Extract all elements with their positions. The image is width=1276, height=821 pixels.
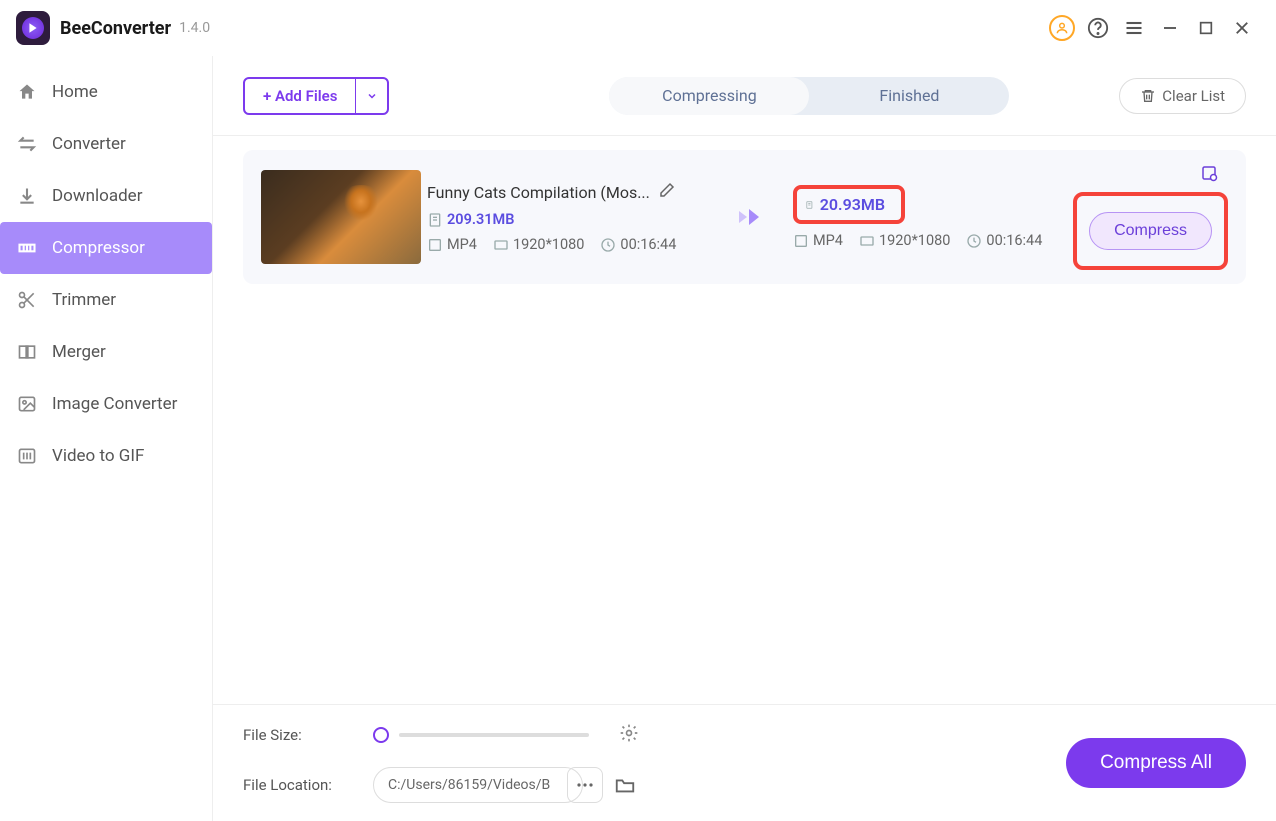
source-info: Funny Cats Compilation (Mos... 209.31MB … bbox=[427, 181, 717, 253]
footer: File Size: File Location: C:/Users/86159… bbox=[213, 704, 1276, 821]
arrow-icon bbox=[737, 205, 773, 229]
sidebar-item-compressor[interactable]: Compressor bbox=[0, 222, 212, 274]
toolbar: + Add Files Compressing Finished Clear L… bbox=[213, 56, 1276, 136]
source-size: 209.31MB bbox=[447, 211, 514, 228]
video-thumbnail[interactable] bbox=[261, 170, 421, 264]
image-icon bbox=[16, 393, 38, 415]
converter-icon bbox=[16, 133, 38, 155]
sidebar-item-label: Home bbox=[52, 82, 98, 102]
sidebar-item-merger[interactable]: Merger bbox=[0, 326, 212, 378]
app-version: 1.4.0 bbox=[179, 20, 210, 36]
play-icon bbox=[22, 17, 44, 39]
app-logo bbox=[16, 11, 50, 45]
compress-all-button[interactable]: Compress All bbox=[1066, 738, 1246, 788]
merger-icon bbox=[16, 341, 38, 363]
maximize-button[interactable] bbox=[1188, 10, 1224, 46]
home-icon bbox=[16, 81, 38, 103]
file-title: Funny Cats Compilation (Mos... bbox=[427, 183, 650, 202]
resolution-icon bbox=[859, 233, 875, 249]
title-bar: BeeConverter 1.4.0 bbox=[0, 0, 1276, 56]
app-name: BeeConverter bbox=[60, 18, 171, 39]
scissors-icon bbox=[16, 289, 38, 311]
clock-icon bbox=[966, 233, 982, 249]
sidebar-item-label: Compressor bbox=[52, 238, 145, 258]
sidebar-item-downloader[interactable]: Downloader bbox=[0, 170, 212, 222]
file-location-field[interactable]: C:/Users/86159/Videos/B bbox=[373, 767, 583, 803]
file-size-slider[interactable] bbox=[373, 727, 589, 743]
target-size: 20.93MB bbox=[820, 195, 885, 214]
edit-title-button[interactable] bbox=[658, 181, 676, 203]
add-files-group: + Add Files bbox=[243, 77, 389, 115]
menu-button[interactable] bbox=[1116, 10, 1152, 46]
sidebar-item-video-to-gif[interactable]: Video to GIF bbox=[0, 430, 212, 482]
maximize-icon bbox=[1198, 20, 1214, 36]
help-icon bbox=[1087, 17, 1109, 39]
target-size-highlight: 20.93MB bbox=[793, 185, 905, 224]
pencil-icon bbox=[658, 181, 676, 199]
item-settings-button[interactable] bbox=[1200, 164, 1218, 186]
target-format: MP4 bbox=[813, 232, 843, 249]
gear-icon bbox=[619, 723, 639, 743]
settings-icon bbox=[1200, 164, 1218, 182]
close-icon bbox=[1233, 19, 1251, 37]
sidebar-item-label: Image Converter bbox=[52, 394, 177, 414]
slider-track bbox=[399, 733, 589, 737]
file-icon bbox=[427, 212, 443, 228]
file-icon bbox=[805, 197, 814, 213]
minimize-button[interactable] bbox=[1152, 10, 1188, 46]
user-icon bbox=[1049, 15, 1075, 41]
tab-group: Compressing Finished bbox=[609, 77, 1009, 115]
folder-icon bbox=[614, 774, 636, 796]
target-resolution: 1920*1080 bbox=[879, 232, 950, 249]
sidebar-item-label: Merger bbox=[52, 342, 106, 362]
user-button[interactable] bbox=[1044, 10, 1080, 46]
source-format: MP4 bbox=[447, 236, 477, 253]
clear-list-label: Clear List bbox=[1162, 87, 1225, 105]
clock-icon bbox=[600, 237, 616, 253]
minimize-icon bbox=[1161, 19, 1179, 37]
content-area: Funny Cats Compilation (Mos... 209.31MB … bbox=[213, 136, 1276, 704]
download-icon bbox=[16, 185, 38, 207]
sidebar-item-label: Converter bbox=[52, 134, 126, 154]
dots-icon bbox=[576, 782, 594, 788]
sidebar-item-label: Video to GIF bbox=[52, 446, 144, 466]
open-folder-button[interactable] bbox=[613, 773, 637, 797]
resolution-icon bbox=[493, 237, 509, 253]
item-actions: Compress bbox=[1073, 164, 1228, 270]
format-icon bbox=[793, 233, 809, 249]
menu-icon bbox=[1124, 18, 1144, 38]
slider-knob[interactable] bbox=[373, 727, 389, 743]
sidebar-item-image-converter[interactable]: Image Converter bbox=[0, 378, 212, 430]
clear-list-button[interactable]: Clear List bbox=[1119, 78, 1246, 114]
sidebar-item-home[interactable]: Home bbox=[0, 66, 212, 118]
source-duration: 00:16:44 bbox=[620, 236, 676, 253]
sidebar: Home Converter Downloader Compressor Tri… bbox=[0, 56, 212, 821]
compressor-icon bbox=[16, 237, 38, 259]
target-info: 20.93MB MP4 1920*1080 00:16:44 bbox=[793, 185, 1042, 249]
sidebar-item-label: Trimmer bbox=[52, 290, 116, 310]
source-resolution: 1920*1080 bbox=[513, 236, 584, 253]
format-icon bbox=[427, 237, 443, 253]
close-button[interactable] bbox=[1224, 10, 1260, 46]
chevron-down-icon bbox=[366, 90, 378, 102]
sidebar-item-trimmer[interactable]: Trimmer bbox=[0, 274, 212, 326]
tab-compressing[interactable]: Compressing bbox=[609, 77, 809, 115]
sidebar-item-label: Downloader bbox=[52, 186, 142, 206]
main-panel: + Add Files Compressing Finished Clear L… bbox=[212, 56, 1276, 821]
gif-icon bbox=[16, 445, 38, 467]
file-size-label: File Size: bbox=[243, 726, 343, 744]
compress-button-highlight: Compress bbox=[1073, 192, 1228, 270]
compress-button[interactable]: Compress bbox=[1089, 212, 1212, 250]
file-item: Funny Cats Compilation (Mos... 209.31MB … bbox=[243, 150, 1246, 284]
add-files-dropdown[interactable] bbox=[355, 79, 387, 113]
sidebar-item-converter[interactable]: Converter bbox=[0, 118, 212, 170]
size-settings-button[interactable] bbox=[619, 723, 639, 747]
browse-button[interactable] bbox=[567, 767, 603, 803]
trash-icon bbox=[1140, 88, 1156, 104]
target-duration: 00:16:44 bbox=[986, 232, 1042, 249]
tab-finished[interactable]: Finished bbox=[809, 77, 1009, 115]
add-files-button[interactable]: + Add Files bbox=[245, 87, 355, 105]
help-button[interactable] bbox=[1080, 10, 1116, 46]
file-location-label: File Location: bbox=[243, 776, 343, 794]
